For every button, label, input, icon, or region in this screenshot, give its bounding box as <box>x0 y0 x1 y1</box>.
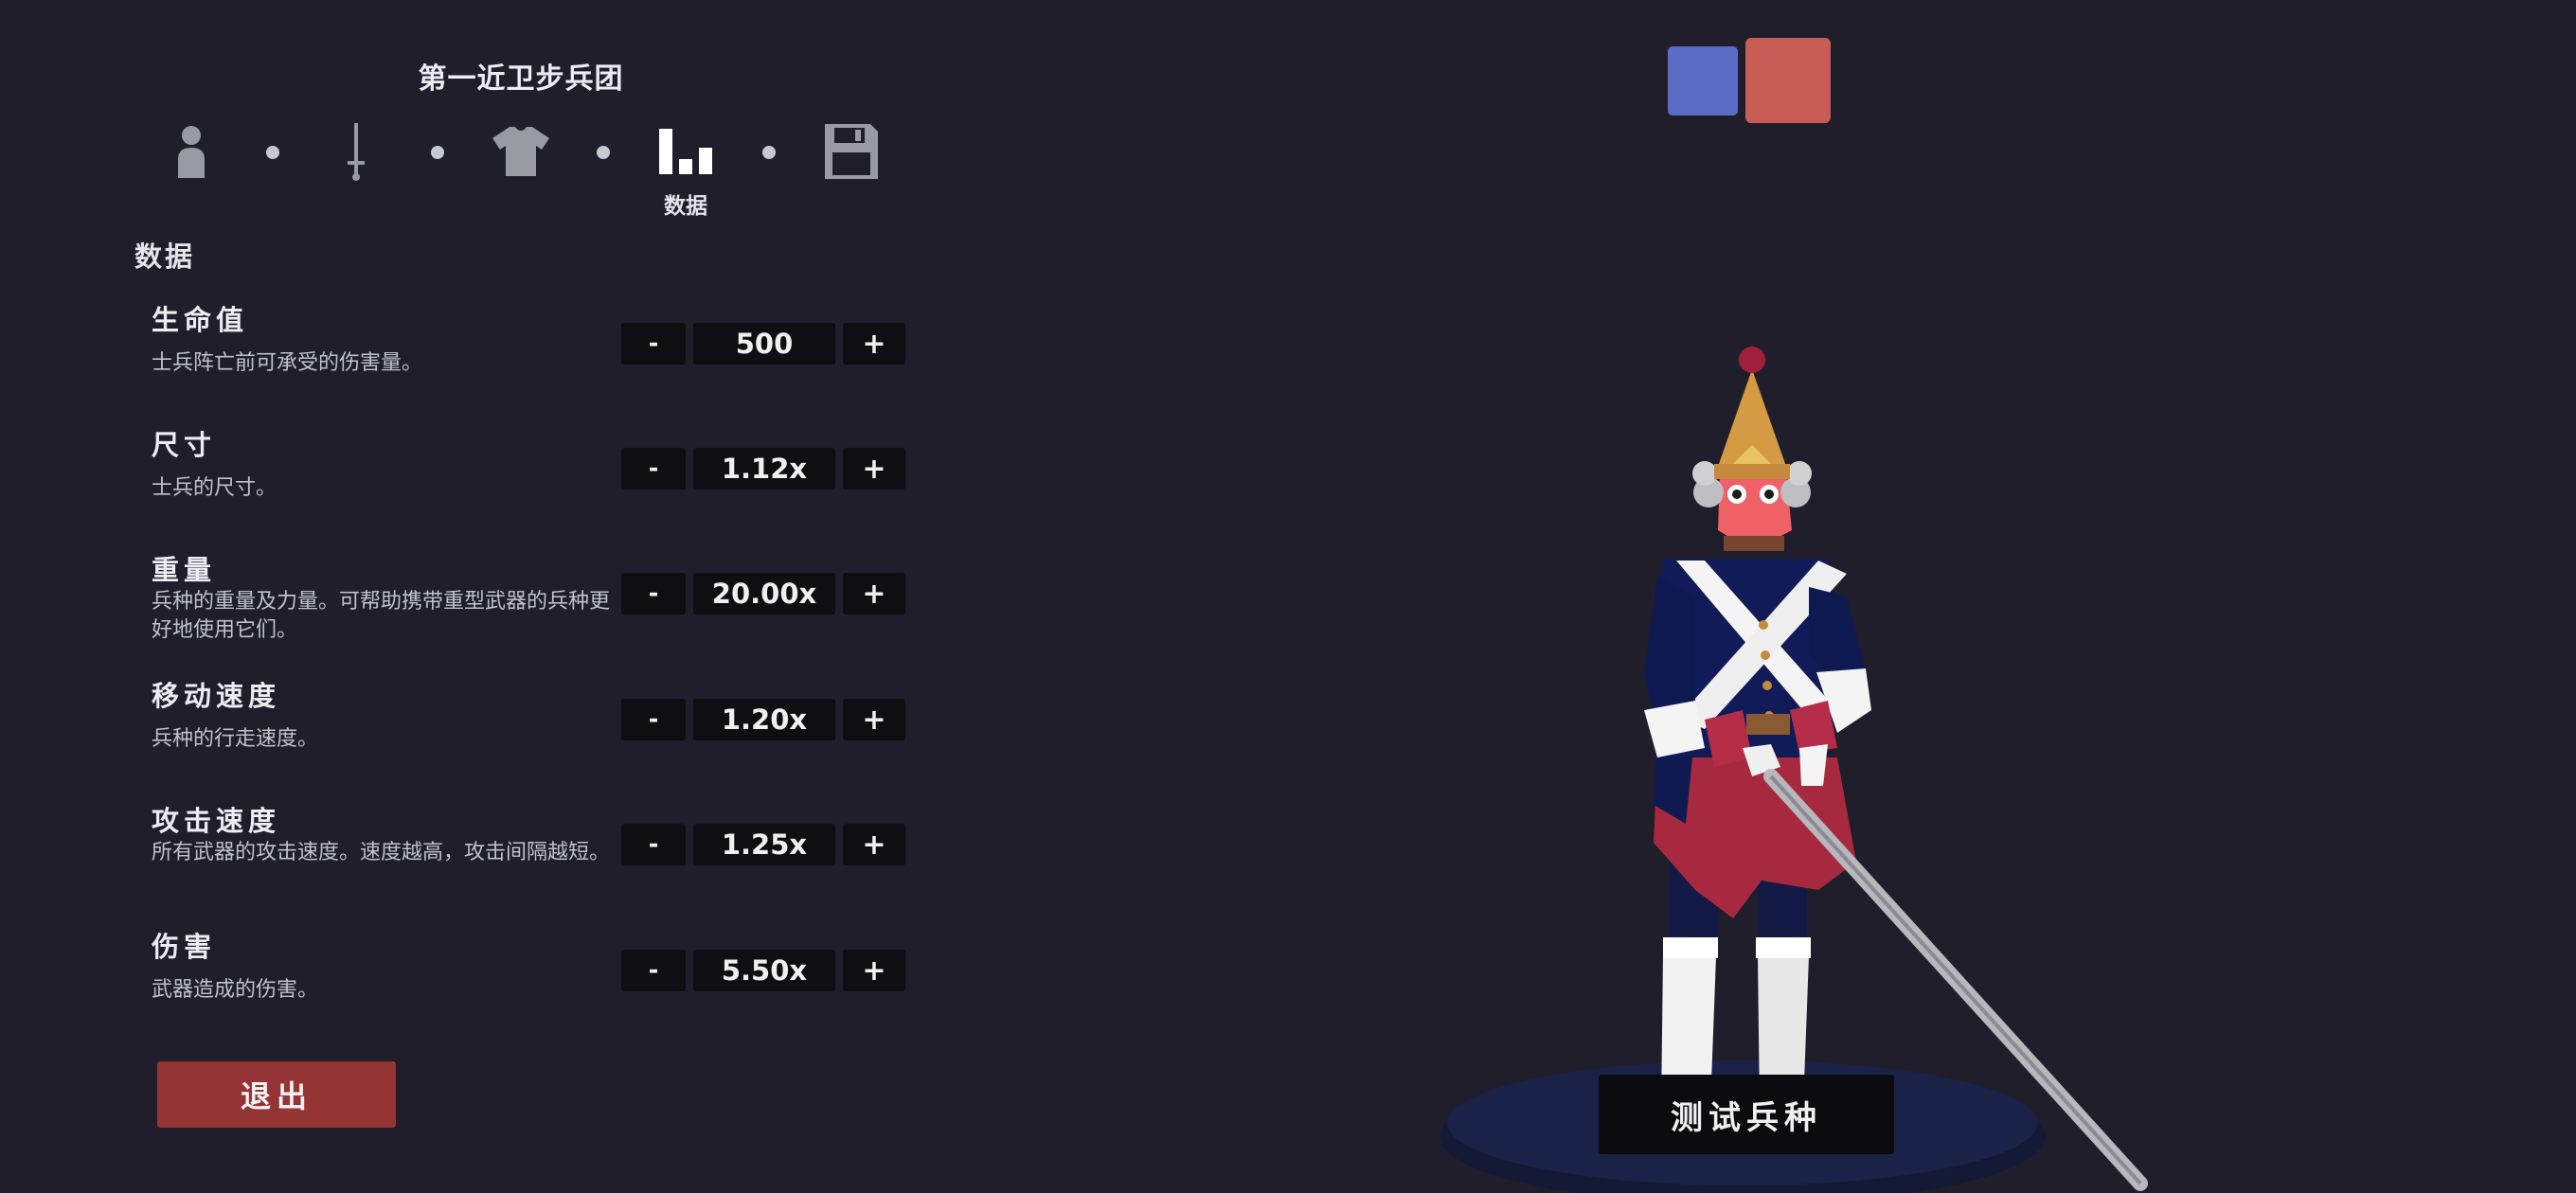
step-separator-dot <box>762 146 776 159</box>
team-red-button[interactable] <box>1745 38 1831 123</box>
stat-name: 生命值 <box>152 304 249 336</box>
step-stats-label: 数据 <box>664 194 707 219</box>
increase-button[interactable]: + <box>843 950 905 991</box>
stat-row-size: 尺寸 士兵的尺寸。 - 1.12x + <box>152 423 928 546</box>
stat-name: 攻击速度 <box>152 805 281 837</box>
unit-name-title: 第一近卫步兵团 <box>418 62 624 96</box>
stat-description: 兵种的重量及力量。可帮助携带重型武器的兵种更好地使用它们。 <box>152 590 611 642</box>
stat-value: 1.12x <box>693 448 835 490</box>
decrease-button[interactable]: - <box>621 573 686 614</box>
save-icon <box>825 124 878 179</box>
stat-row-health: 生命值 士兵阵亡前可承受的伤害量。 - 500 + <box>152 298 928 421</box>
increase-button[interactable]: + <box>843 448 905 490</box>
shirt-icon <box>492 127 549 176</box>
person-icon <box>178 126 205 178</box>
stat-row-mass: 重量 兵种的重量及力量。可帮助携带重型武器的兵种更好地使用它们。 - 20.00… <box>152 548 928 671</box>
team-blue-button[interactable] <box>1668 46 1738 116</box>
stat-value: 5.50x <box>693 950 835 991</box>
stat-description: 兵种的行走速度。 <box>152 727 319 751</box>
stat-value: 1.25x <box>693 824 835 865</box>
step-unit-base[interactable] <box>158 118 224 185</box>
stat-value: 500 <box>693 323 835 365</box>
stat-description: 士兵的尺寸。 <box>152 476 277 500</box>
decrease-button[interactable]: - <box>621 824 686 865</box>
stat-row-attack-speed: 攻击速度 所有武器的攻击速度。速度越高，攻击间隔越短。 - 1.25x + <box>152 799 928 922</box>
decrease-button[interactable]: - <box>621 950 686 991</box>
step-clothing[interactable] <box>488 118 554 185</box>
step-separator-dot <box>597 146 610 159</box>
stat-value: 1.20x <box>693 699 835 740</box>
stat-value: 20.00x <box>693 573 835 614</box>
stat-description: 士兵阵亡前可承受的伤害量。 <box>152 351 423 375</box>
stat-name: 伤害 <box>152 931 217 963</box>
decrease-button[interactable]: - <box>621 699 686 740</box>
decrease-button[interactable]: - <box>621 323 686 365</box>
increase-button[interactable]: + <box>843 699 905 740</box>
unit-preview <box>1440 347 2148 1193</box>
step-stats[interactable] <box>653 118 719 185</box>
stat-row-damage: 伤害 武器造成的伤害。 - 5.50x + <box>152 925 928 1048</box>
section-title: 数据 <box>134 240 196 273</box>
increase-button[interactable]: + <box>843 573 905 614</box>
step-save[interactable] <box>818 118 885 185</box>
stat-name: 尺寸 <box>152 429 217 461</box>
increase-button[interactable]: + <box>843 824 905 865</box>
decrease-button[interactable]: - <box>621 448 686 490</box>
stat-row-move-speed: 移动速度 兵种的行走速度。 - 1.20x + <box>152 674 928 797</box>
step-separator-dot <box>266 146 279 159</box>
test-unit-button[interactable]: 测试兵种 <box>1599 1075 1894 1154</box>
bar-chart-icon <box>659 129 712 174</box>
stat-name: 重量 <box>152 554 217 586</box>
step-separator-dot <box>431 146 444 159</box>
increase-button[interactable]: + <box>843 323 905 365</box>
exit-button[interactable]: 退出 <box>157 1061 396 1128</box>
stat-description: 武器造成的伤害。 <box>152 978 319 1002</box>
sword-icon <box>348 123 365 181</box>
stat-description: 所有武器的攻击速度。速度越高，攻击间隔越短。 <box>152 841 611 864</box>
stat-name: 移动速度 <box>152 680 281 712</box>
step-weapons[interactable] <box>323 118 389 185</box>
